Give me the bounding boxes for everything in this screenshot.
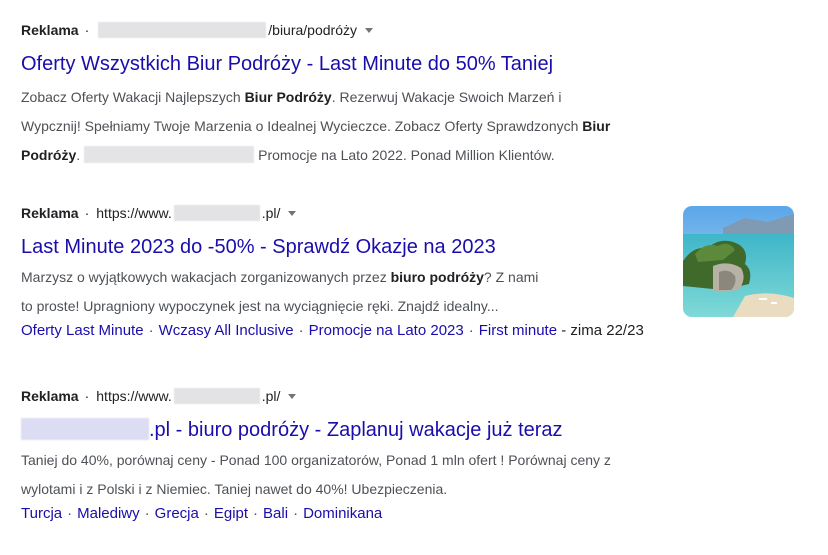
- ad-meta: Reklama · https://www. .pl/: [21, 387, 801, 405]
- separator-dot: ·: [84, 388, 90, 404]
- sitelink[interactable]: First minute: [479, 322, 557, 339]
- blurred-domain: [98, 22, 267, 38]
- display-url-suffix: .pl/: [261, 205, 281, 221]
- display-url-path: /biura/podróży: [268, 22, 357, 38]
- blurred-domain: [173, 388, 260, 404]
- sitelink[interactable]: Wczasy All Inclusive: [159, 322, 294, 339]
- display-url-prefix: https://www.: [96, 205, 172, 221]
- ad-label: Reklama: [21, 205, 79, 221]
- ad-description: Taniej do 40%, porównaj ceny - Ponad 100…: [21, 452, 611, 497]
- ad-label: Reklama: [21, 388, 79, 404]
- caret-down-icon[interactable]: [288, 210, 297, 216]
- ad-meta: Reklama · https://www. .pl/: [21, 204, 671, 222]
- display-url-prefix: https://www.: [96, 388, 172, 404]
- sitelink[interactable]: Malediwy: [77, 505, 140, 522]
- sitelink[interactable]: Oferty Last Minute: [21, 322, 144, 339]
- coastal-rock-photo[interactable]: [683, 206, 794, 317]
- ad-title-link[interactable]: .pl - biuro podróży - Zaplanuj wakacje j…: [21, 417, 801, 443]
- sitelink[interactable]: Turcja: [21, 505, 62, 522]
- ad-label: Reklama: [21, 22, 79, 38]
- sitelink[interactable]: Grecja: [155, 505, 199, 522]
- sitelink[interactable]: Bali: [263, 505, 288, 522]
- sitelinks: Turcja · Malediwy · Grecja · Egipt · Bali · Domini…: [21, 505, 383, 522]
- sitelinks: Oferty Last Minute · Wczasy All Inclusive ·…: [21, 322, 644, 339]
- caret-down-icon[interactable]: [364, 27, 373, 33]
- ad-result-3: Reklama · https://www. .pl/ .pl - biuro …: [21, 387, 801, 526]
- sitelink[interactable]: Dominikana: [303, 505, 382, 522]
- blurred-brand: [21, 418, 149, 440]
- ad-title-link[interactable]: Last Minute 2023 do -50% - Sprawdź Okazj…: [21, 234, 671, 260]
- ad-result-2: Reklama · https://www. .pl/ Last Minute …: [21, 204, 671, 343]
- ad-description: Marzysz o wyjątkowych wakacjach zorganiz…: [21, 269, 539, 314]
- sitelink[interactable]: Promocje na Lato 2023: [309, 322, 464, 339]
- sitelink[interactable]: Egipt: [214, 505, 248, 522]
- ad-result-1: Reklama · /biura/podróży Oferty Wszystki…: [21, 21, 801, 170]
- display-url-suffix: .pl/: [261, 388, 281, 404]
- ad-description: Zobacz Oferty Wakacji Najlepszych Biur P…: [21, 89, 611, 163]
- sitelink-tail: - zima 22/23: [561, 322, 644, 339]
- blurred-domain: [173, 205, 260, 221]
- caret-down-icon[interactable]: [288, 393, 297, 399]
- separator-dot: ·: [84, 205, 90, 221]
- ad-title-link[interactable]: Oferty Wszystkich Biur Podróży - Last Mi…: [21, 51, 801, 77]
- ad-meta: Reklama · /biura/podróży: [21, 21, 801, 39]
- blurred-text: [84, 146, 255, 163]
- separator-dot: ·: [84, 22, 90, 38]
